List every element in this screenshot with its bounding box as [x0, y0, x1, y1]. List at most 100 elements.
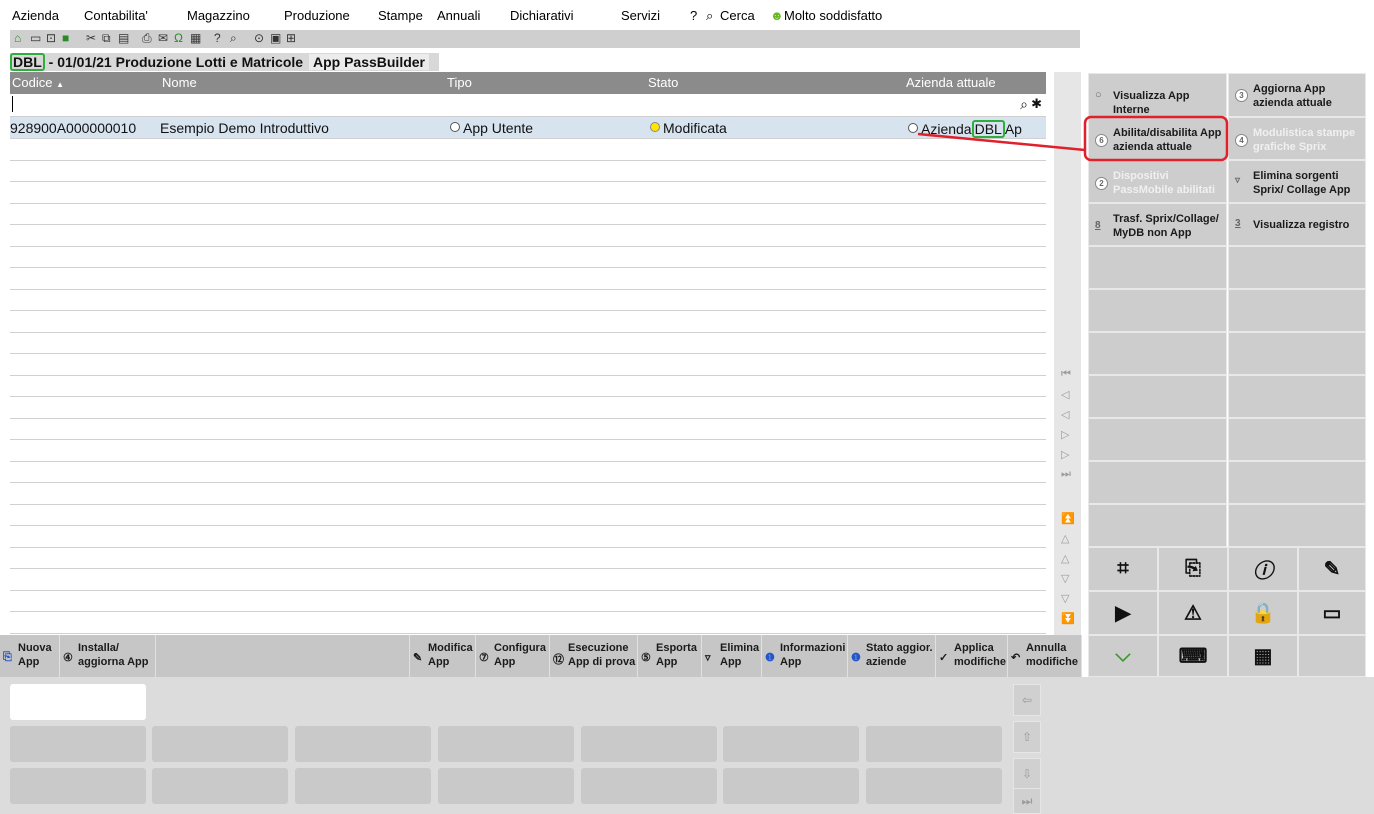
mail-icon[interactable]: ✉	[158, 31, 168, 45]
modulistica-stampe-button[interactable]: 4 Modulistica stampe grafiche Sprix	[1228, 117, 1366, 160]
paste-icon[interactable]: ▤	[118, 31, 129, 45]
bottom-icon[interactable]: ⏬	[1061, 612, 1075, 625]
table-row-empty[interactable]	[10, 569, 1046, 591]
target-icon[interactable]: ⊙	[254, 31, 264, 45]
table-row-empty[interactable]	[10, 504, 1046, 526]
lower-button[interactable]	[152, 726, 288, 762]
lower-button[interactable]	[723, 768, 859, 804]
lower-button[interactable]	[438, 768, 574, 804]
table-row-empty[interactable]	[10, 268, 1046, 290]
lower-button[interactable]	[866, 768, 1002, 804]
trasf-sprix-button[interactable]: 8 Trasf. Sprix/Collage/ MyDB non App	[1088, 203, 1227, 246]
menu-azienda[interactable]: Azienda	[12, 8, 59, 23]
gear-icon[interactable]: ✱	[1031, 96, 1042, 112]
page-down-icon[interactable]: ⇩	[1013, 758, 1041, 790]
menu-servizi[interactable]: Servizi	[621, 8, 660, 23]
installa-app-button[interactable]: ④ Installa/ aggiorna App	[60, 635, 156, 677]
first-page-icon[interactable]: ⏮	[1061, 368, 1071, 381]
table-row-empty[interactable]	[10, 354, 1046, 376]
new-doc-icon[interactable]: ▭	[30, 31, 41, 45]
omega-icon[interactable]: Ω	[174, 31, 183, 45]
menu-satisfaction[interactable]: Molto soddisfatto	[784, 8, 882, 23]
column-stato[interactable]: Stato	[648, 75, 678, 90]
menu-dichiarativi[interactable]: Dichiarativi	[510, 8, 574, 23]
basket-button[interactable]: ⌵	[1088, 635, 1158, 677]
table-row-empty[interactable]	[10, 160, 1046, 182]
chart-export-button[interactable]: ⌗	[1088, 547, 1158, 591]
abilita-disabilita-app-button[interactable]: 6 Abilita/disabilita App azienda attuale	[1088, 117, 1227, 160]
table-row-empty[interactable]	[10, 547, 1046, 569]
left-arrow-icon[interactable]: ⇦	[1013, 684, 1041, 716]
page-down-icon[interactable]: ▽	[1061, 592, 1069, 605]
modifica-app-button[interactable]: ✎ Modifica App	[410, 635, 476, 677]
up-icon[interactable]: △	[1061, 552, 1069, 565]
table-row-empty[interactable]	[10, 612, 1046, 634]
exit-icon[interactable]: ■	[62, 31, 69, 45]
menu-magazzino[interactable]: Magazzino	[187, 8, 250, 23]
keyboard-button[interactable]: ⌨	[1158, 635, 1228, 677]
search-icon[interactable]: ⌕	[706, 8, 713, 24]
column-nome[interactable]: Nome	[162, 75, 197, 90]
table-row-empty[interactable]	[10, 311, 1046, 333]
annulla-modifiche-button[interactable]: ↶ Annulla modifiche	[1008, 635, 1082, 677]
table-row-empty[interactable]	[10, 203, 1046, 225]
table-row-empty[interactable]	[10, 461, 1046, 483]
table-row-empty[interactable]	[10, 225, 1046, 247]
menu-cerca[interactable]: Cerca	[720, 8, 755, 23]
menu-produzione[interactable]: Produzione	[284, 8, 350, 23]
table-row-empty[interactable]	[10, 375, 1046, 397]
table-row-empty[interactable]	[10, 397, 1046, 419]
table-row-empty[interactable]	[10, 246, 1046, 268]
copy-icon[interactable]: ⧉	[102, 31, 111, 46]
search-icon[interactable]: ⌕	[1020, 96, 1028, 113]
lower-button[interactable]	[295, 768, 431, 804]
elimina-app-button[interactable]: ▿ Elimina App	[702, 635, 762, 677]
configura-app-button[interactable]: ⑦ Configura App	[476, 635, 550, 677]
lower-button[interactable]	[581, 768, 717, 804]
notes-button[interactable]: ✎	[1298, 547, 1366, 591]
table-row-empty[interactable]	[10, 440, 1046, 462]
menu-stampe[interactable]: Stampe	[378, 8, 423, 23]
help-icon[interactable]: ?	[214, 31, 221, 45]
stato-aggior-aziende-button[interactable]: ❶ Stato aggior. aziende	[848, 635, 936, 677]
menu-contabilita[interactable]: Contabilita'	[84, 8, 148, 23]
image-icon[interactable]: ⊞	[286, 31, 296, 45]
table-row-empty[interactable]	[10, 182, 1046, 204]
lower-button[interactable]	[866, 726, 1002, 762]
lower-button[interactable]	[723, 726, 859, 762]
monitor-icon[interactable]: ▣	[270, 31, 281, 45]
column-azienda-attuale[interactable]: Azienda attuale	[906, 75, 996, 90]
next-icon[interactable]: ▷	[1061, 428, 1069, 441]
last-page-icon[interactable]: ⏭	[1061, 468, 1071, 481]
nuova-app-button[interactable]: ⎘ Nuova App	[0, 635, 60, 677]
open-icon[interactable]: ⊡	[46, 31, 56, 45]
down-icon[interactable]: ▽	[1061, 572, 1069, 585]
page-up-icon[interactable]: △	[1061, 532, 1069, 545]
command-input[interactable]	[10, 684, 146, 720]
calculator-icon[interactable]: ▦	[190, 31, 201, 45]
column-codice[interactable]: Codice ▲	[12, 75, 64, 90]
last-icon[interactable]: ⏭	[1013, 788, 1041, 814]
aggiorna-app-button[interactable]: 3 Aggiorna App azienda attuale	[1228, 73, 1366, 117]
document-search-button[interactable]: ⎘	[1158, 547, 1228, 591]
lower-button[interactable]	[581, 726, 717, 762]
lower-button[interactable]	[10, 726, 146, 762]
dispositivi-passmobile-button[interactable]: 2 Dispositivi PassMobile abilitati	[1088, 160, 1227, 203]
table-row-empty[interactable]	[10, 590, 1046, 612]
elimina-sorgenti-button[interactable]: ▿ Elimina sorgenti Sprix/ Collage App	[1228, 160, 1366, 203]
prev-icon[interactable]: ◁	[1061, 408, 1069, 421]
informazioni-app-button[interactable]: ❶ Informazioni App	[762, 635, 848, 677]
table-row-empty[interactable]	[10, 289, 1046, 311]
esecuzione-app-button[interactable]: ⑫ Esecuzione App di prova	[550, 635, 638, 677]
chart-warning-button[interactable]: ⚠	[1158, 591, 1228, 635]
table-row-empty[interactable]	[10, 526, 1046, 548]
top-icon[interactable]: ⏫	[1061, 512, 1075, 525]
visualizza-app-interne-button[interactable]: ○ Visualizza App Interne	[1088, 73, 1227, 117]
esporta-app-button[interactable]: ⑤ Esporta App	[638, 635, 702, 677]
grid-button[interactable]: ▦	[1228, 635, 1298, 677]
card-button[interactable]: ▭	[1298, 591, 1366, 635]
table-row-empty[interactable]	[10, 418, 1046, 440]
prev-page-icon[interactable]: ◁	[1061, 388, 1069, 401]
search-tool-icon[interactable]: ⌕	[230, 31, 237, 46]
table-row[interactable]: 928900A000000010 Esempio Demo Introdutti…	[10, 117, 1046, 139]
